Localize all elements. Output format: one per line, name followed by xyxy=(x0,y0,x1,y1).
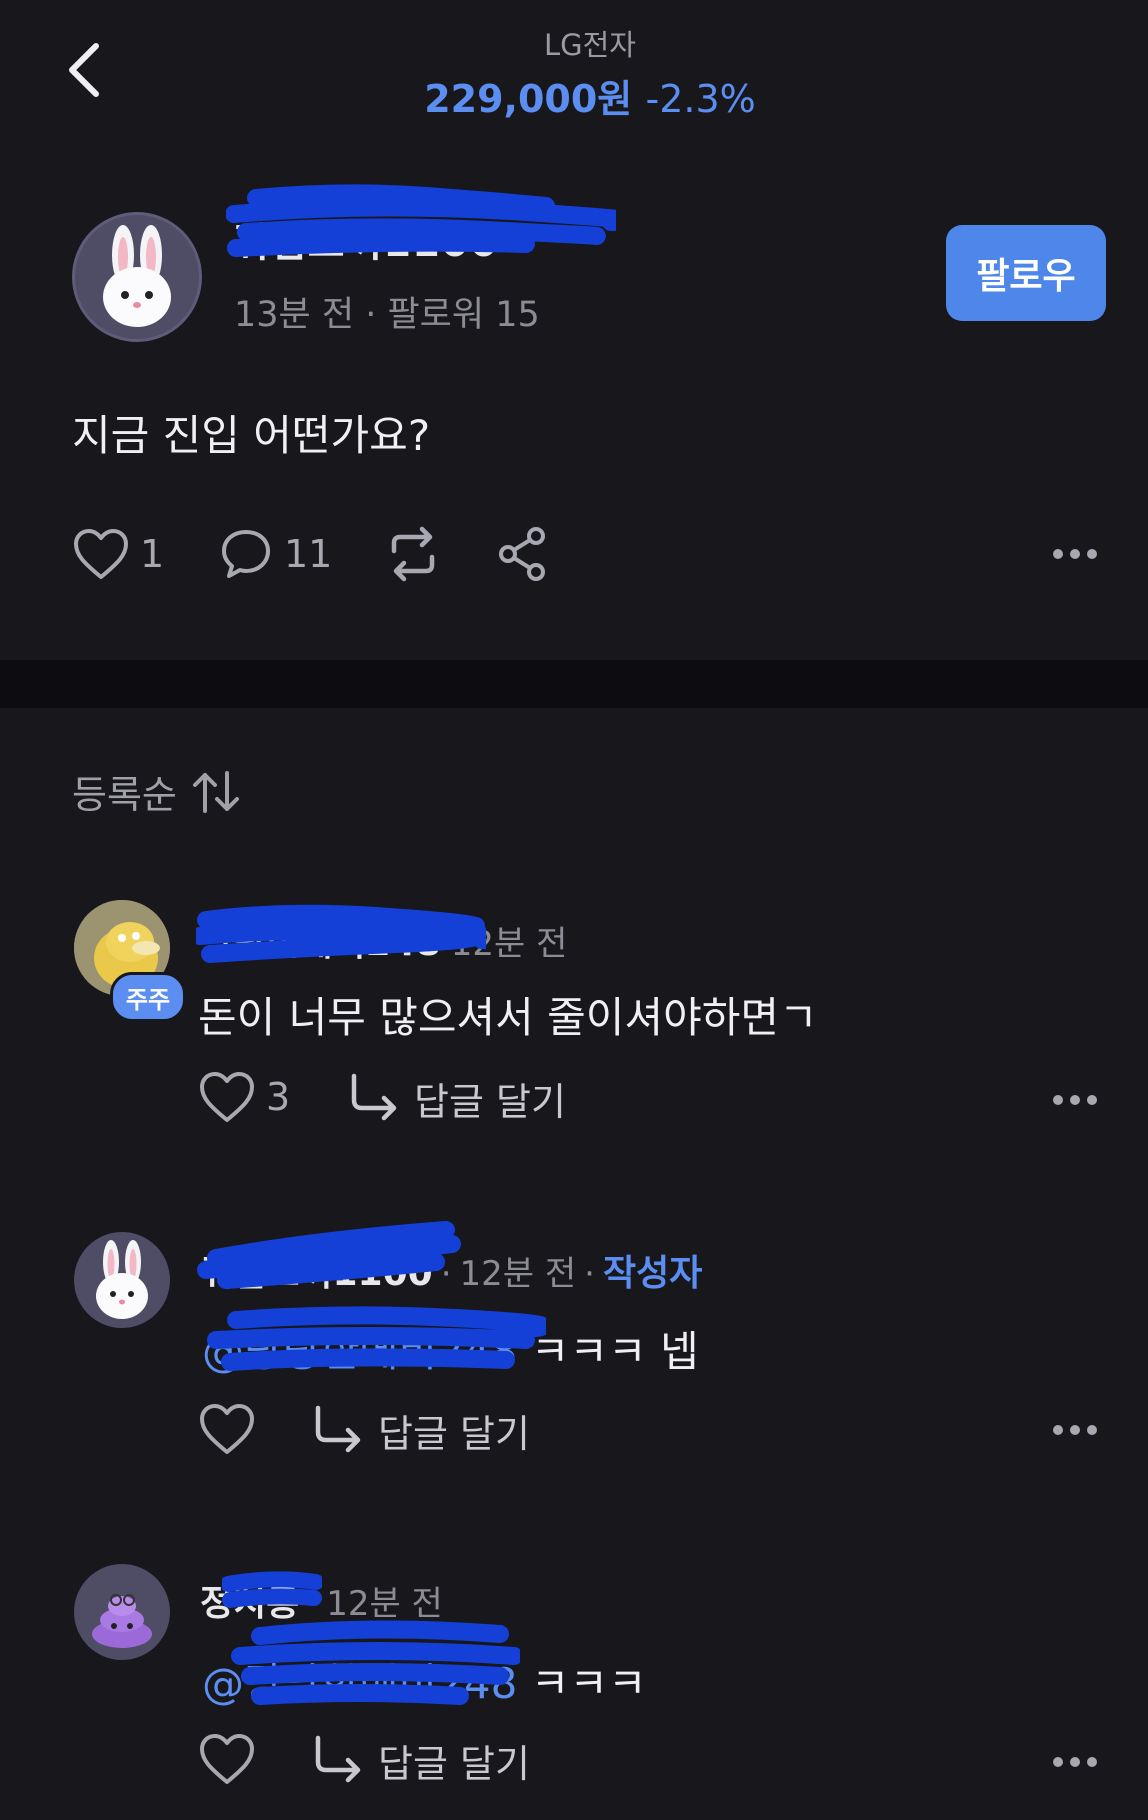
shareholder-badge: 주주 xyxy=(110,972,186,1022)
sort-icon xyxy=(192,770,239,813)
heart-icon xyxy=(74,529,128,579)
comment-text: 돈이 너무 많으셔서 줄이셔야하면ㄱ xyxy=(198,993,818,1042)
reply-button[interactable]: 답글 달기 xyxy=(310,1732,530,1788)
heart-icon xyxy=(200,1734,254,1784)
reply-button[interactable]: 답글 달기 xyxy=(310,1402,530,1458)
reply-arrow-icon xyxy=(315,1735,361,1783)
repost-button[interactable] xyxy=(382,522,444,586)
reply-label: 답글 달기 xyxy=(378,1741,530,1786)
comment-like-button[interactable]: 3 xyxy=(198,1070,290,1124)
comment-author-name[interactable]: 귀염토끼1100 xyxy=(200,1244,433,1296)
stock-price: 229,000원 xyxy=(424,77,633,121)
comment-time: 12분 전 xyxy=(326,1584,443,1624)
repost-icon xyxy=(391,526,435,582)
comment-text-line: @당당한에비248 ㅋㅋㅋ 넵 xyxy=(202,1318,699,1379)
like-button[interactable]: 1 xyxy=(72,522,164,586)
more-icon xyxy=(1053,1095,1097,1105)
reply-arrow-icon xyxy=(351,1073,397,1121)
comment-like-button[interactable] xyxy=(198,1732,256,1786)
author-avatar[interactable] xyxy=(72,212,202,342)
author-tag: 작성자 xyxy=(602,1253,703,1294)
reply-arrow-icon xyxy=(315,1405,361,1453)
follower-count: 팔로워 15 xyxy=(387,295,540,335)
meta-separator: · xyxy=(307,1584,319,1624)
reply-button[interactable]: 답글 달기 xyxy=(346,1070,566,1126)
author-meta: 13분 전 · 팔로워 15 xyxy=(234,286,540,337)
meta-separator: · xyxy=(584,1254,595,1294)
comment-more-button[interactable] xyxy=(1052,1752,1098,1776)
meta-separator: · xyxy=(440,1254,452,1294)
heart-icon xyxy=(200,1404,254,1454)
reply-label: 답글 달기 xyxy=(378,1411,530,1456)
more-icon xyxy=(1053,1425,1097,1435)
sort-toggle[interactable]: 등록순 xyxy=(72,764,241,819)
comment-text-line: @당당한에비248 ㅋㅋㅋ xyxy=(202,1650,647,1711)
comment-icon xyxy=(222,530,270,578)
sort-label: 등록순 xyxy=(72,773,177,817)
post-more-button[interactable] xyxy=(1052,544,1098,568)
comment-avatar[interactable] xyxy=(74,1564,170,1660)
stock-name: LG전자 xyxy=(544,28,636,62)
comment-header: 당당한에비248 12분 전 xyxy=(200,914,567,966)
post-text: 지금 진입 어떤가요? xyxy=(72,411,431,460)
comment-more-button[interactable] xyxy=(1052,1090,1098,1114)
comment-header: 귀염토끼1100 · 12분 전 · 작성자 xyxy=(200,1244,702,1296)
comment-button[interactable]: 11 xyxy=(218,522,332,586)
comment-text: ㅋㅋㅋ xyxy=(530,1659,647,1708)
comment-count: 11 xyxy=(284,532,333,576)
comment-author-name[interactable]: 정치통 xyxy=(200,1574,299,1626)
rabbit-avatar-icon xyxy=(103,225,171,327)
comment-text: ㅋㅋㅋ 넵 xyxy=(530,1327,699,1376)
stock-header: LG전자 229,000원 -2.3% xyxy=(0,22,1148,123)
rabbit-avatar-icon xyxy=(96,1240,148,1319)
stock-price-line: 229,000원 -2.3% xyxy=(0,68,1148,123)
comment-like-count: 3 xyxy=(266,1075,291,1119)
more-icon xyxy=(1053,1757,1097,1767)
comment-more-button[interactable] xyxy=(1052,1420,1098,1444)
comment-like-button[interactable] xyxy=(198,1402,256,1456)
mention-link[interactable]: @당당한에비248 xyxy=(202,1659,517,1708)
mention-link[interactable]: @당당한에비248 xyxy=(202,1327,517,1376)
meta-separator: · xyxy=(365,295,388,335)
author-name[interactable]: 귀염토끼1100 xyxy=(232,210,499,268)
more-icon xyxy=(1053,549,1097,559)
comment-time: 12분 전 xyxy=(459,1254,577,1294)
comment-author-name[interactable]: 당당한에비248 xyxy=(200,914,441,966)
like-count: 1 xyxy=(140,532,165,576)
post-time: 13분 전 xyxy=(234,295,355,335)
poop-avatar-icon xyxy=(92,1594,152,1648)
share-icon xyxy=(499,527,545,581)
reply-label: 답글 달기 xyxy=(414,1079,566,1124)
comment-time: 12분 전 xyxy=(450,924,568,964)
follow-button[interactable]: 팔로우 xyxy=(946,225,1106,321)
share-button[interactable] xyxy=(496,522,550,586)
stock-change: -2.3% xyxy=(645,77,756,121)
comment-header: 정치통 · 12분 전 xyxy=(200,1574,443,1626)
section-divider xyxy=(0,660,1148,708)
comment-avatar[interactable] xyxy=(74,1232,170,1328)
heart-icon xyxy=(200,1072,254,1122)
